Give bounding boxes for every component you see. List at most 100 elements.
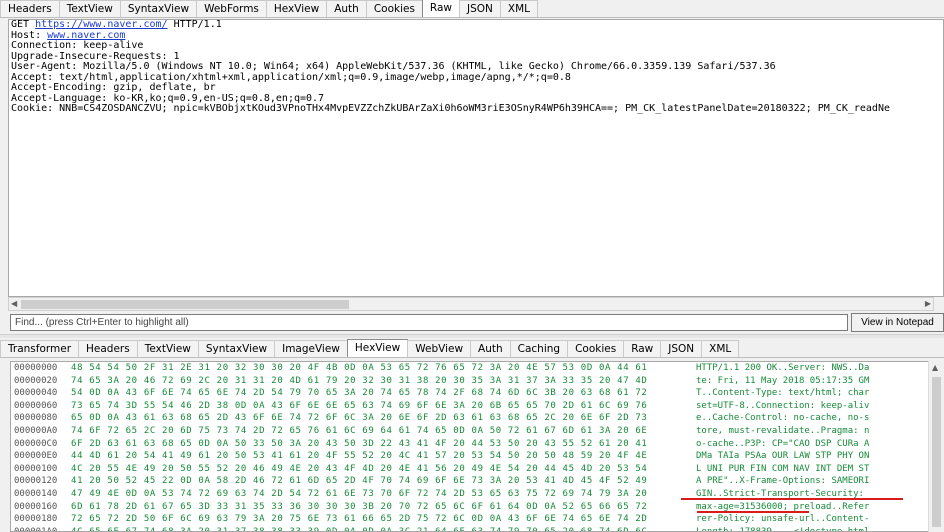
hex-bytes: 41 20 50 52 45 22 0D 0A 58 2D 46 72 61 6… xyxy=(71,476,648,487)
host-link[interactable]: www.naver.com xyxy=(47,30,125,41)
request-inspector-tabs: Headers TextView SyntaxView WebForms HexView… xyxy=(0,0,944,18)
request-tab-json[interactable]: JSON xyxy=(459,0,501,17)
hex-offset: 00000060 xyxy=(14,400,58,411)
horizontal-scroll-thumb[interactable] xyxy=(21,300,349,309)
request-header-line: Connection: keep-alive xyxy=(11,40,144,51)
vertical-scroll-thumb[interactable] xyxy=(932,377,941,527)
hex-row: 000001A0 4C 65 6E 67 74 68 3A 20 31 37 38… xyxy=(11,526,943,532)
hex-bytes: 44 4D 61 20 54 41 49 61 20 50 53 41 61 2… xyxy=(71,451,648,462)
hex-ascii: e..Cache-Control: no-cache, no-s xyxy=(696,413,870,424)
hex-ascii: o-cache..P3P: CP="CAO DSP CURa A xyxy=(696,438,870,449)
hex-offset: 000001A0 xyxy=(14,526,58,532)
hex-offset: 00000120 xyxy=(14,476,58,487)
request-tab-textview[interactable]: TextView xyxy=(58,0,121,17)
hex-bytes: 6D 61 78 2D 61 67 65 3D 33 31 35 33 36 3… xyxy=(71,501,648,512)
response-tab-transformer[interactable]: Transformer xyxy=(0,340,80,357)
response-tab-xml[interactable]: XML xyxy=(701,340,740,357)
hex-ascii: rer-Policy: unsafe-url..Content- xyxy=(696,514,870,525)
request-line: GET https://www.naver.com/ HTTP/1.1 xyxy=(11,19,222,30)
request-tab-raw[interactable]: Raw xyxy=(421,0,461,17)
hex-offset: 00000040 xyxy=(14,388,58,399)
hex-row: 000000C0 6F 2D 63 61 63 68 65 0D 0A 50 33… xyxy=(11,438,943,451)
hex-offset: 00000160 xyxy=(14,501,58,512)
request-tab-hexview[interactable]: HexView xyxy=(265,0,328,17)
hex-offset: 000000C0 xyxy=(14,438,58,449)
request-tab-auth[interactable]: Auth xyxy=(326,0,367,17)
hex-bytes: 73 65 74 3D 55 54 46 2D 38 0D 0A 43 6F 6… xyxy=(71,400,648,411)
host-header-line: Host: www.naver.com xyxy=(11,29,126,41)
hex-ascii: Length: 178839....<!doctype html xyxy=(696,526,870,532)
request-tab-syntaxview[interactable]: SyntaxView xyxy=(119,0,198,17)
request-header-lines: Connection: keep-alive Upgrade-Insecure-R… xyxy=(9,40,943,115)
hex-offset: 00000180 xyxy=(14,514,58,525)
request-tab-cookies[interactable]: Cookies xyxy=(365,0,423,17)
hex-ascii: set=UTF-8..Connection: keep-aliv xyxy=(696,400,870,411)
response-tab-json[interactable]: JSON xyxy=(660,340,703,357)
hex-bytes: 6F 2D 63 61 63 68 65 0D 0A 50 33 50 3A 2… xyxy=(71,438,648,449)
find-input[interactable]: Find... (press Ctrl+Enter to highlight a… xyxy=(10,314,848,331)
request-header-line: Cookie: NNB=CS4ZOSDANCZVU; npic=kVBObjxt… xyxy=(11,103,890,114)
response-tab-headers[interactable]: Headers xyxy=(78,340,138,357)
request-url-link[interactable]: https://www.naver.com/ xyxy=(35,20,167,30)
hex-ascii: A PRE"..X-Frame-Options: SAMEORI xyxy=(696,476,870,487)
hex-row: 000000E0 44 4D 61 20 54 41 49 61 20 50 53… xyxy=(11,450,943,463)
hex-offset: 00000140 xyxy=(14,488,58,499)
hex-row: 00000180 72 65 72 2D 50 6F 6C 69 63 79 3A… xyxy=(11,513,943,526)
horizontal-scrollbar[interactable]: ◀ ▶ xyxy=(8,297,934,311)
hex-view-pane[interactable]: 00000000 48 54 54 50 2F 31 2E 31 20 32 30… xyxy=(10,361,944,532)
hex-row: 00000020 74 65 3A 20 46 72 69 2C 20 31 31… xyxy=(11,375,943,388)
hex-bytes: 47 49 4E 0D 0A 53 74 72 69 63 74 2D 54 7… xyxy=(71,488,648,499)
hex-row: 00000040 54 0D 0A 43 6F 6E 74 65 6E 74 2D… xyxy=(11,387,943,400)
hex-row: 00000120 41 20 50 52 45 22 0D 0A 58 2D 46… xyxy=(11,475,943,488)
hex-offset: 000000A0 xyxy=(14,425,58,436)
hex-offset: 00000000 xyxy=(14,363,58,373)
hex-ascii: T..Content-Type: text/html; char xyxy=(696,388,870,399)
response-tab-syntaxview[interactable]: SyntaxView xyxy=(197,340,276,357)
hex-ascii: te: Fri, 11 May 2018 05:17:35 GM xyxy=(696,375,870,386)
hex-offset: 00000100 xyxy=(14,463,58,474)
hex-row: 000000A0 74 6F 72 65 2C 20 6D 75 73 74 2D… xyxy=(11,425,943,438)
scroll-right-arrow-icon[interactable]: ▶ xyxy=(925,299,931,308)
hex-bytes: 72 65 72 2D 50 6F 6C 69 63 79 3A 20 75 6… xyxy=(71,514,648,525)
request-tab-xml[interactable]: XML xyxy=(499,0,539,17)
hex-bytes: 74 6F 72 65 2C 20 6D 75 73 74 2D 72 65 7… xyxy=(71,425,648,436)
response-tab-cookies[interactable]: Cookies xyxy=(567,340,625,357)
hex-ascii: L UNI PUR FIN COM NAV INT DEM ST xyxy=(696,463,870,474)
hex-bytes: 54 0D 0A 43 6F 6E 74 65 6E 74 2D 54 79 7… xyxy=(71,388,648,399)
hex-ascii: HTTP/1.1 200 OK..Server: NWS..Da xyxy=(696,363,870,373)
scroll-up-arrow-icon[interactable]: ▲ xyxy=(932,363,938,372)
response-tab-webview[interactable]: WebView xyxy=(407,340,472,357)
response-tab-raw[interactable]: Raw xyxy=(623,340,662,357)
request-tab-headers[interactable]: Headers xyxy=(0,0,60,17)
hex-ascii: tore, must-revalidate..Pragma: n xyxy=(696,425,870,436)
highlight-underline-2 xyxy=(697,511,809,513)
response-tab-hexview[interactable]: HexView xyxy=(346,339,409,357)
hex-bytes: 65 0D 0A 43 61 63 68 65 2D 43 6F 6E 74 7… xyxy=(71,413,648,424)
raw-request-view[interactable]: GET https://www.naver.com/ HTTP/1.1 Host… xyxy=(8,19,944,297)
hex-row: 00000080 65 0D 0A 43 61 63 68 65 2D 43 6F… xyxy=(11,412,943,425)
response-tab-textview[interactable]: TextView xyxy=(136,340,199,357)
response-tab-imageview[interactable]: ImageView xyxy=(274,340,348,357)
hex-offset: 00000020 xyxy=(14,375,58,386)
find-bar: Find... (press Ctrl+Enter to highlight a… xyxy=(8,313,944,332)
hex-offset: 000000E0 xyxy=(14,451,58,462)
hex-offset: 00000080 xyxy=(14,413,58,424)
hex-row: 00000000 48 54 54 50 2F 31 2E 31 20 32 30… xyxy=(11,362,943,375)
hex-bytes: 4C 65 6E 67 74 68 3A 20 31 37 38 38 33 3… xyxy=(71,526,648,532)
hex-row: 00000060 73 65 74 3D 55 54 46 2D 38 0D 0A… xyxy=(11,400,943,413)
hex-ascii: DMa TAIa PSAa OUR LAW STP PHY ON xyxy=(696,451,870,462)
vertical-scrollbar[interactable]: ▲ xyxy=(928,361,944,532)
hex-bytes: 48 54 54 50 2F 31 2E 31 20 32 30 30 20 4… xyxy=(71,363,648,373)
response-tab-caching[interactable]: Caching xyxy=(509,340,569,357)
request-header-line: Accept-Encoding: gzip, deflate, br xyxy=(11,82,216,93)
response-tab-auth[interactable]: Auth xyxy=(470,340,511,357)
request-header-line: User-Agent: Mozilla/5.0 (Windows NT 10.0… xyxy=(11,61,776,72)
hex-dump: 00000000 48 54 54 50 2F 31 2E 31 20 32 30… xyxy=(11,362,943,532)
request-tab-webforms[interactable]: WebForms xyxy=(196,0,267,17)
hex-bytes: 74 65 3A 20 46 72 69 2C 20 31 31 20 4D 6… xyxy=(71,375,648,386)
scroll-left-arrow-icon[interactable]: ◀ xyxy=(11,299,17,308)
highlight-underline-1 xyxy=(681,498,903,500)
view-in-notepad-button[interactable]: View in Notepad xyxy=(851,313,944,332)
pane-splitter[interactable] xyxy=(0,334,944,338)
response-inspector-tabs: Transformer Headers TextView SyntaxView Imag… xyxy=(0,339,944,358)
